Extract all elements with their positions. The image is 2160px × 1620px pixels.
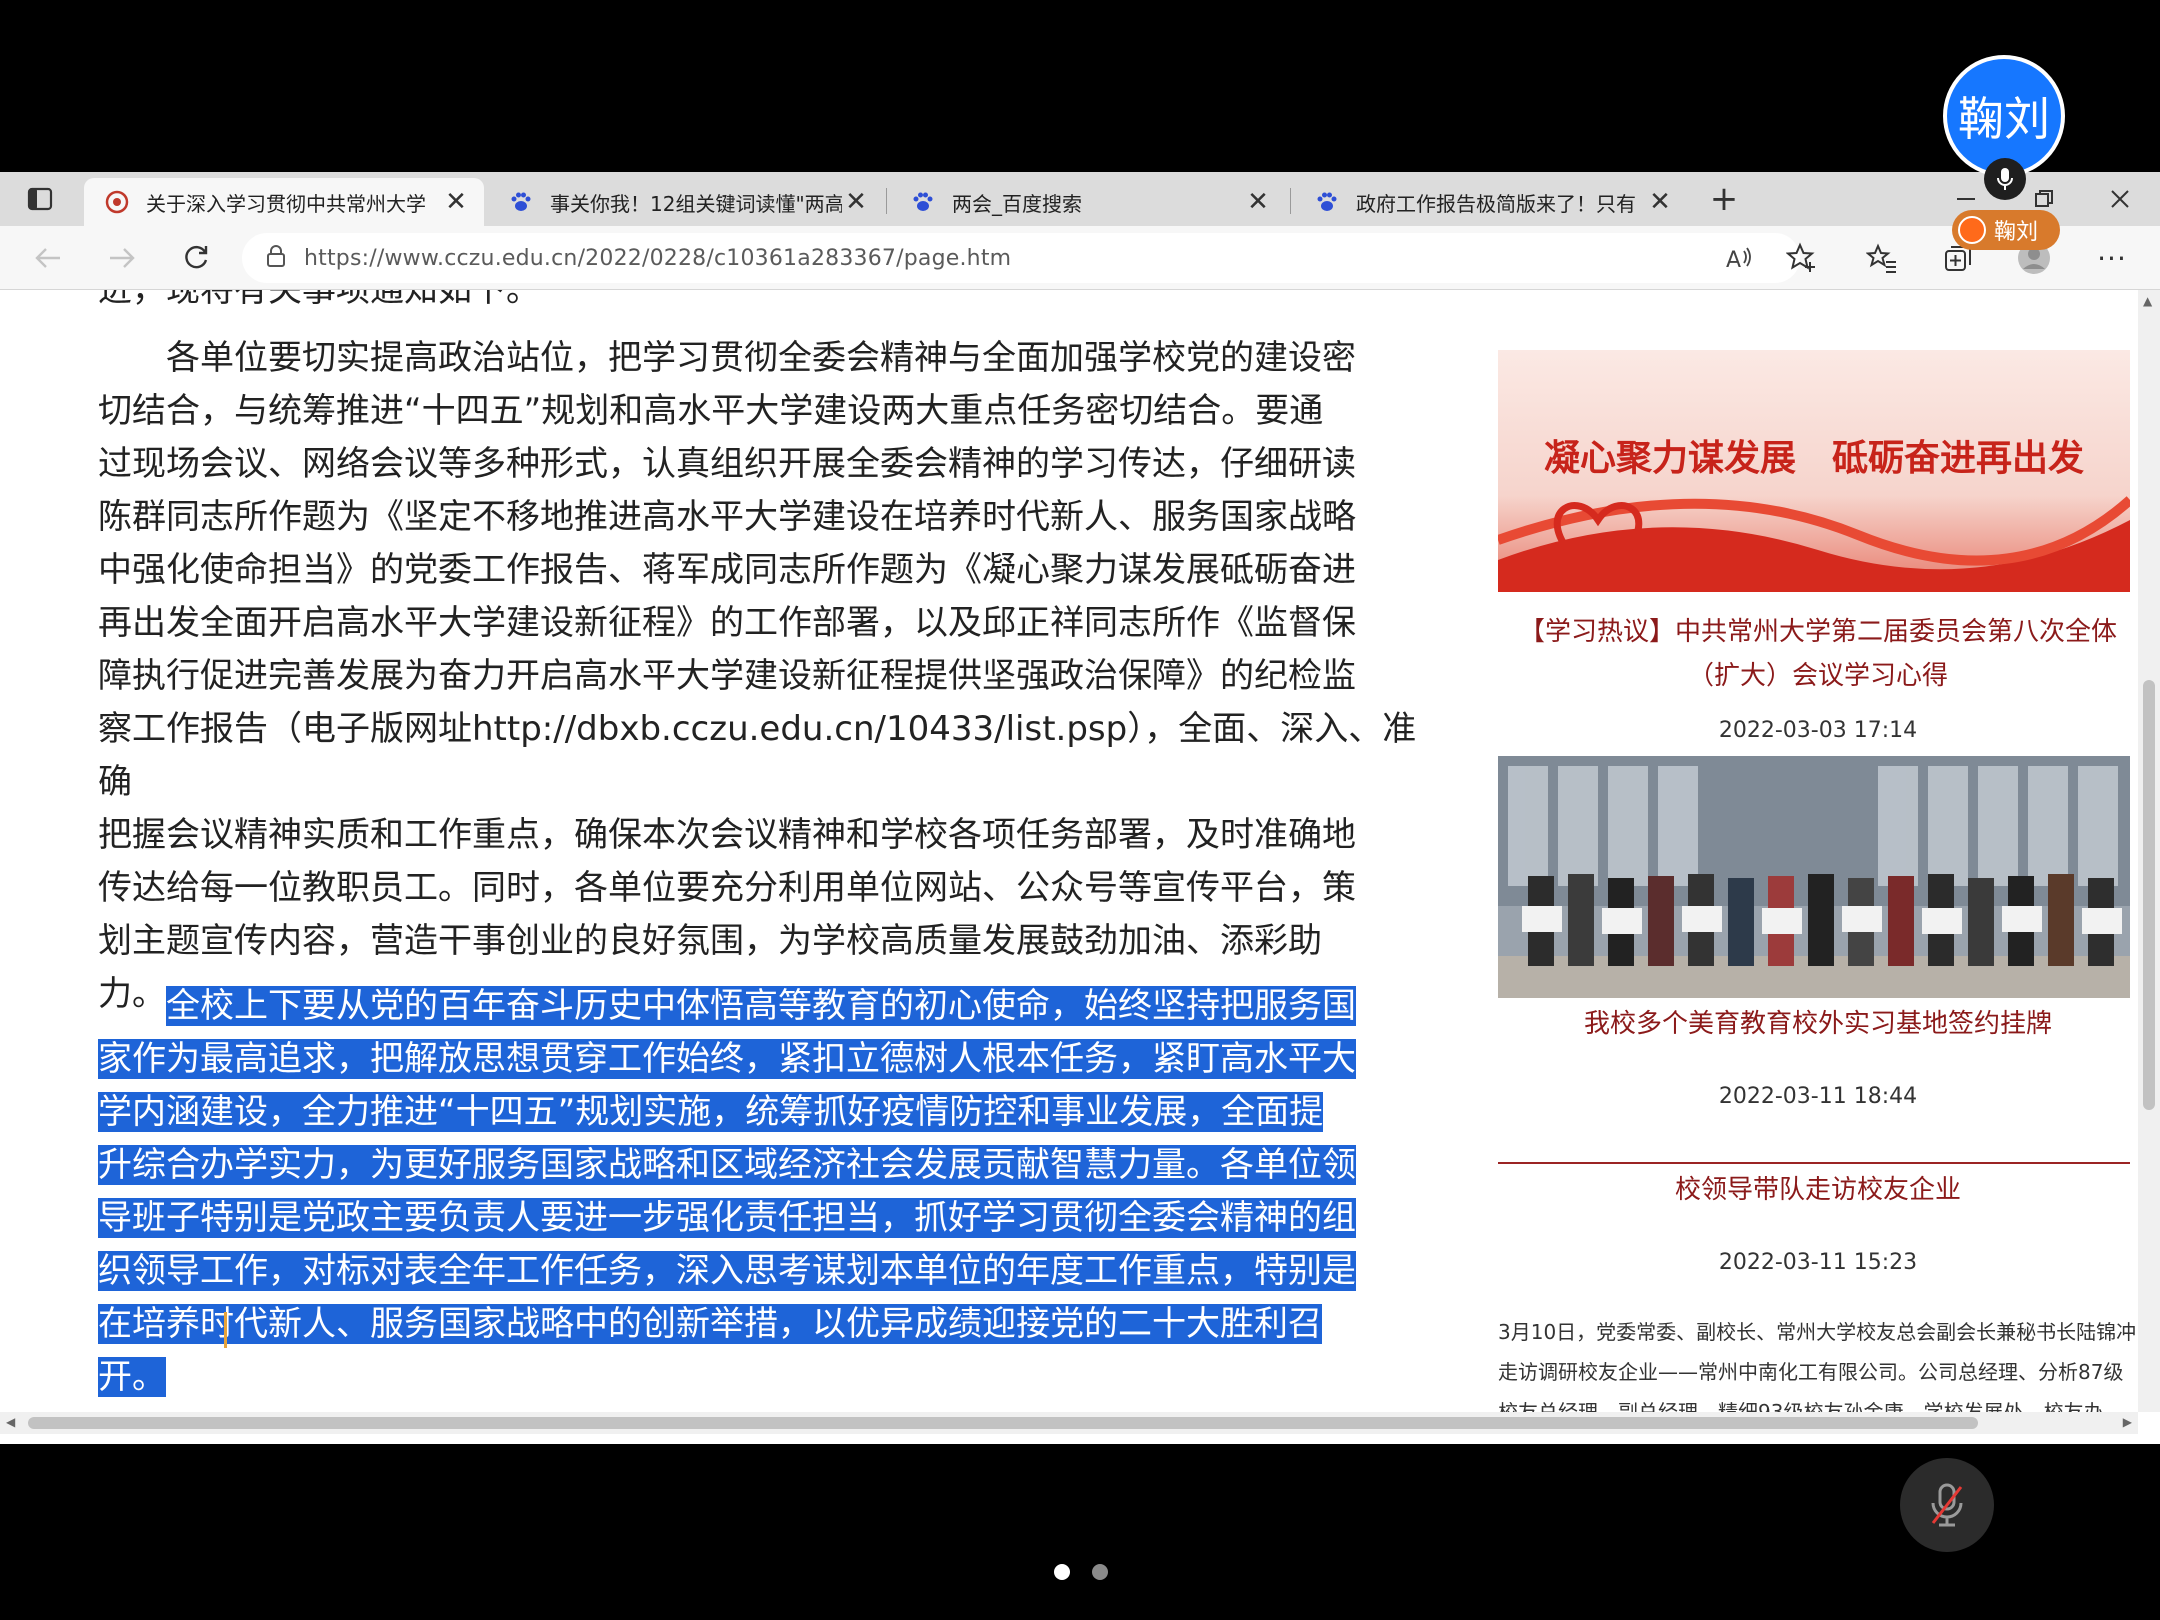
- tab-separator: [886, 188, 887, 214]
- mic-icon: [1984, 158, 2026, 200]
- close-window-icon[interactable]: [2100, 179, 2140, 219]
- news-item-1-title[interactable]: 【学习热议】中共常州大学第二届委员会第八次全体 （扩大）会议学习心得: [1498, 610, 2138, 698]
- news-title-line[interactable]: （扩大）会议学习心得: [1498, 654, 2138, 698]
- close-tab-icon[interactable]: ✕: [442, 187, 470, 217]
- news-item-1-date: 2022-03-03 17:14: [1718, 718, 1918, 743]
- vertical-scrollbar[interactable]: ▲: [2138, 290, 2160, 1412]
- refresh-icon[interactable]: [176, 238, 216, 278]
- forward-icon[interactable]: [102, 238, 142, 278]
- paragraph-line: 传达给每一位教职员工。同时，各单位要充分利用单位网站、公众号等宣传平台，策: [98, 868, 1356, 908]
- paragraph-line: 各单位要切实提高政治站位，把学习贯彻全委会精神与全面加强学校党的建设密: [166, 338, 1356, 378]
- selected-text-line[interactable]: 在培养时代新人、服务国家战略中的创新举措，以优异成绩迎接党的二十大胜利召: [98, 1304, 1322, 1344]
- news-excerpt: 3月10日，党委常委、副校长、常州大学校友总会副会长兼秘书长陆锦冲 走访调研校友…: [1498, 1312, 2138, 1412]
- selected-text-line[interactable]: 全校上下要从党的百年奋斗历史中体悟高等教育的初心使命，始终坚持把服务国: [166, 986, 1356, 1026]
- page-indicator-active[interactable]: [1054, 1564, 1070, 1580]
- page-indicator[interactable]: [1092, 1564, 1108, 1580]
- baidu-paw-icon: [1314, 189, 1340, 215]
- tab-keywords[interactable]: 事关你我！12组关键词读懂"两高 ✕: [488, 178, 884, 226]
- baidu-paw-icon: [508, 189, 534, 215]
- browser-window: 关于深入学习贯彻中共常州大学 ✕ 事关你我！12组关键词读懂"两高 ✕ 两会_百…: [0, 172, 2160, 1444]
- paragraph-line: 中强化使命担当》的党委工作报告、蒋军成同志所作题为《凝心聚力谋发展砥砺奋进: [98, 550, 1356, 590]
- news-item-2-date: 2022-03-11 18:44: [1718, 1084, 1918, 1109]
- speaker-name: 鞠刘: [1994, 220, 2039, 245]
- article-paragraph-2-selected[interactable]: 全校上下要从党的百年奋斗历史中体悟高等教育的初心使命，始终坚持把服务国 家作为最…: [98, 980, 1356, 1404]
- paragraph-line: 障执行促进完善发展为奋力开启高水平大学建设新征程提供坚强政治保障》的纪检监: [98, 656, 1356, 696]
- address-bar[interactable]: https://www.cczu.edu.cn/2022/0228/c10361…: [242, 233, 1800, 283]
- tab-actions-icon[interactable]: [20, 179, 60, 219]
- tab-baidu-search[interactable]: 两会_百度搜索 ✕: [890, 178, 1286, 226]
- selected-text-line[interactable]: 织领导工作，对标对表全年工作任务，深入思考谋划本单位的年度工作重点，特别是: [98, 1251, 1356, 1291]
- tab-title: 政府工作报告极简版来了！只有: [1356, 191, 1636, 216]
- news-divider: [1498, 1162, 2130, 1164]
- news-title-line[interactable]: 【学习热议】中共常州大学第二届委员会第八次全体: [1498, 610, 2138, 654]
- banner-slogan: 凝心聚力谋发展 砥砺奋进再出发: [1544, 438, 2084, 479]
- paragraph-line: 陈群同志所作题为《坚定不移地推进高水平大学建设在培养时代新人、服务国家战略: [98, 497, 1356, 537]
- read-aloud-icon[interactable]: A: [1724, 243, 1754, 277]
- svg-text:A: A: [1726, 248, 1741, 273]
- text-cursor-icon: [224, 1312, 227, 1348]
- news-banner-image[interactable]: 凝心聚力谋发展 砥砺奋进再出发: [1498, 350, 2130, 592]
- selected-text-line[interactable]: 升综合办学实力，为更好服务国家战略和区域经济社会发展贡献智慧力量。各单位领: [98, 1145, 1356, 1185]
- article-paragraph-1: 各单位要切实提高政治站位，把学习贯彻全委会精神与全面加强学校党的建设密 切结合，…: [98, 332, 1418, 1021]
- scroll-right-icon[interactable]: ▶: [2123, 1415, 2132, 1429]
- selected-text-line[interactable]: 家作为最高追求，把解放思想贯穿工作始终，紧扣立德树人根本任务，紧盯高水平大: [98, 1039, 1356, 1079]
- back-icon[interactable]: [28, 238, 68, 278]
- tab-separator: [1290, 188, 1291, 214]
- scroll-left-icon[interactable]: ◀: [6, 1415, 15, 1429]
- news-item-3-date: 2022-03-11 15:23: [1718, 1250, 1918, 1275]
- tab-title: 事关你我！12组关键词读懂"两高: [550, 191, 842, 216]
- news-item-3-title[interactable]: 校领导带队走访校友企业: [1498, 1168, 2138, 1212]
- paragraph-line: 过现场会议、网络会议等多种形式，认真组织开展全委会精神的学习传达，仔细研读: [98, 444, 1356, 484]
- paragraph-line: 划主题宣传内容，营造干事创业的良好氛围，为学校高质量发展鼓劲加油、添彩助: [98, 921, 1322, 961]
- browser-toolbar: https://www.cczu.edu.cn/2022/0228/c10361…: [0, 226, 2160, 290]
- baidu-paw-icon: [910, 189, 936, 215]
- mute-button[interactable]: [1900, 1458, 1994, 1552]
- add-favorite-icon[interactable]: [1782, 238, 1822, 278]
- horizontal-scroll-thumb[interactable]: [28, 1417, 1978, 1429]
- vertical-scroll-thumb[interactable]: [2143, 680, 2155, 1110]
- paragraph-line: 把握会议精神实质和工作重点，确保本次会议精神和学校各项任务部署，及时准确地: [98, 815, 1356, 855]
- selected-text-line[interactable]: 学内涵建设，全力推进“十四五”规划实施，统筹抓好疫情防控和事业发展，全面提: [98, 1092, 1324, 1132]
- horizontal-scrollbar[interactable]: ◀ ▶: [0, 1412, 2138, 1434]
- cczu-logo-icon: [104, 189, 130, 215]
- tab-gov-report[interactable]: 政府工作报告极简版来了！只有 ✕: [1294, 178, 1688, 226]
- page-content: 进，现将有关事项通知如下。 各单位要切实提高政治站位，把学习贯彻全委会精神与全面…: [0, 290, 2138, 1412]
- tab-title: 两会_百度搜索: [952, 191, 1082, 216]
- lock-icon[interactable]: [266, 244, 286, 272]
- news-photo-image[interactable]: [1498, 756, 2130, 998]
- selected-text-line[interactable]: 导班子特别是党政主要负责人要进一步强化责任担当，抓好学习贯彻全委会精神的组: [98, 1198, 1356, 1238]
- excerpt-line: 3月10日，党委常委、副校长、常州大学校友总会副会长兼秘书长陆锦冲: [1498, 1320, 2137, 1344]
- paragraph-line: 切结合，与统筹推进“十四五”规划和高水平大学建设两大重点任务密切结合。要通: [98, 391, 1324, 431]
- close-tab-icon[interactable]: ✕: [842, 187, 870, 217]
- excerpt-line: 走访调研校友企业——常州中南化工有限公司。公司总经理、分析87级: [1498, 1360, 2124, 1384]
- scroll-up-icon[interactable]: ▲: [2143, 294, 2152, 308]
- speaker-avatar-icon: [1958, 216, 1986, 244]
- mic-off-icon: [1931, 1483, 1963, 1527]
- close-tab-icon[interactable]: ✕: [1244, 187, 1272, 217]
- url-text[interactable]: https://www.cczu.edu.cn/2022/0228/c10361…: [304, 246, 1011, 271]
- favorites-icon[interactable]: [1862, 238, 1902, 278]
- tab-cczu-article[interactable]: 关于深入学习贯彻中共常州大学 ✕: [84, 178, 484, 226]
- excerpt-line: 校友总经理，副总经理，精细93级校友孙金康，学校发展处，校友办: [1498, 1400, 2104, 1412]
- new-tab-icon[interactable]: +: [1704, 179, 1744, 219]
- paragraph-line: 再出发全面开启高水平大学建设新征程》的工作部署，以及邱正祥同志所作《监督保: [98, 603, 1356, 643]
- selected-text-line[interactable]: 开。: [98, 1357, 166, 1397]
- active-speaker-chip: 鞠刘: [1952, 210, 2060, 250]
- news-item-2-title[interactable]: 我校多个美育教育校外实习基地签约挂牌: [1498, 1002, 2138, 1046]
- paragraph-line: 察工作报告（电子版网址http://dbxb.cczu.edu.cn/10433…: [98, 709, 1417, 802]
- article-top-line: 进，现将有关事项通知如下。: [98, 290, 540, 310]
- tab-title: 关于深入学习贯彻中共常州大学: [146, 191, 426, 216]
- more-menu-icon[interactable]: ···: [2092, 238, 2132, 278]
- tab-strip: 关于深入学习贯彻中共常州大学 ✕ 事关你我！12组关键词读懂"两高 ✕ 两会_百…: [0, 172, 2160, 226]
- close-tab-icon[interactable]: ✕: [1646, 187, 1674, 217]
